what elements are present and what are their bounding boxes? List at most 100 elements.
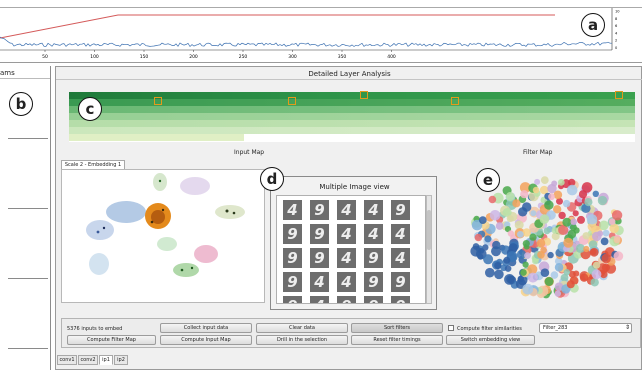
heatmap-selected-filter[interactable]: [288, 97, 296, 105]
filter-point[interactable]: [584, 198, 593, 207]
filter-point[interactable]: [537, 251, 545, 259]
digit-thumbnail[interactable]: 4: [391, 248, 410, 268]
filter-point[interactable]: [483, 254, 494, 265]
digit-thumbnail[interactable]: 4: [337, 200, 356, 220]
filter-point[interactable]: [539, 214, 550, 224]
heatmap-selected-filter[interactable]: [360, 91, 368, 99]
filter-point[interactable]: [484, 235, 492, 243]
filter-point[interactable]: [522, 261, 529, 268]
filter-point[interactable]: [532, 186, 540, 194]
filter-point[interactable]: [562, 217, 572, 227]
filter-point[interactable]: [529, 233, 537, 241]
filter-point[interactable]: [558, 211, 566, 220]
filter-point[interactable]: [540, 268, 550, 277]
heatmap-selected-filter[interactable]: [615, 91, 623, 99]
filter-point[interactable]: [599, 220, 609, 231]
filter-point[interactable]: [544, 200, 554, 210]
filter-point[interactable]: [566, 280, 575, 289]
filter-point[interactable]: [557, 179, 565, 186]
filter-point[interactable]: [579, 273, 589, 282]
filter-point[interactable]: [540, 176, 549, 184]
filter-point[interactable]: [543, 227, 551, 235]
digit-thumbnail[interactable]: 9: [364, 272, 383, 292]
filter-point[interactable]: [536, 238, 546, 248]
filter-point[interactable]: [520, 269, 527, 276]
compute-filter-map-button[interactable]: Compute Filter Map: [67, 335, 156, 345]
sort-filters-button[interactable]: Sort filters: [351, 323, 443, 333]
digit-thumbnail[interactable]: 9: [391, 200, 410, 220]
heatmap-selected-filter[interactable]: [154, 97, 162, 105]
filter-point[interactable]: [505, 192, 515, 201]
filter-point[interactable]: [600, 237, 609, 246]
digit-thumbnail[interactable]: 4: [337, 272, 356, 292]
digit-thumbnail[interactable]: 9: [391, 296, 410, 303]
filter-point[interactable]: [592, 231, 602, 242]
filter-point[interactable]: [586, 214, 598, 225]
digit-thumbnail[interactable]: 9: [283, 296, 302, 303]
digit-thumbnail[interactable]: 9: [391, 272, 410, 292]
filter-point[interactable]: [554, 263, 564, 272]
tab-layer-ip1[interactable]: ip1: [99, 355, 113, 365]
filter-point[interactable]: [609, 223, 619, 234]
digit-thumbnail[interactable]: 4: [310, 296, 329, 303]
digit-thumbnail[interactable]: 9: [310, 200, 329, 220]
filter-point[interactable]: [547, 251, 554, 259]
filter-point[interactable]: [589, 247, 599, 257]
filter-point[interactable]: [570, 218, 577, 226]
filter-point[interactable]: [504, 265, 512, 272]
digit-thumbnail[interactable]: 9: [310, 248, 329, 268]
collect-input-data-button[interactable]: Collect input data: [160, 323, 252, 333]
clear-data-button[interactable]: Clear data: [256, 323, 348, 333]
digit-thumbnail[interactable]: 9: [283, 248, 302, 268]
filter-point[interactable]: [583, 245, 590, 253]
digit-thumbnail[interactable]: 4: [337, 224, 356, 244]
digit-thumbnail[interactable]: 4: [391, 224, 410, 244]
filter-point[interactable]: [495, 222, 504, 230]
digit-thumbnail[interactable]: 9: [337, 296, 356, 303]
filter-point[interactable]: [613, 251, 624, 261]
filter-point[interactable]: [593, 261, 601, 269]
switch-embedding-view-button[interactable]: Switch embedding view: [446, 335, 535, 345]
filter-point[interactable]: [551, 180, 558, 187]
filter-select[interactable]: Filter_283 ⇕: [539, 323, 632, 333]
digit-thumbnail[interactable]: 4: [310, 272, 329, 292]
filter-point[interactable]: [566, 184, 578, 196]
filter-point[interactable]: [572, 210, 579, 217]
filter-point[interactable]: [548, 193, 555, 201]
filter-point[interactable]: [516, 231, 524, 238]
filter-point[interactable]: [592, 190, 599, 197]
filter-point[interactable]: [553, 190, 563, 200]
filter-point[interactable]: [554, 290, 561, 297]
tab-layer-conv1[interactable]: conv1: [57, 355, 77, 365]
filter-point[interactable]: [591, 269, 602, 280]
filter-point[interactable]: [492, 240, 501, 250]
filter-point[interactable]: [590, 278, 599, 287]
digit-thumbnail[interactable]: 4: [283, 200, 302, 220]
filter-point[interactable]: [608, 218, 616, 225]
heatmap-selected-filter[interactable]: [451, 97, 459, 105]
filter-point[interactable]: [474, 233, 483, 242]
reset-filter-timings-button[interactable]: Reset filter timings: [351, 335, 443, 345]
compute-filter-similarities-checkbox[interactable]: [448, 325, 454, 331]
scrollbar-thumb[interactable]: [427, 210, 431, 250]
filter-point[interactable]: [563, 269, 571, 276]
digit-thumbnail[interactable]: 9: [283, 272, 302, 292]
filter-point[interactable]: [602, 229, 610, 237]
filter-point[interactable]: [524, 252, 531, 259]
filter-point[interactable]: [567, 229, 577, 239]
input-map-view[interactable]: [61, 169, 265, 303]
tab-layer-ip2[interactable]: ip2: [114, 355, 128, 365]
filter-point[interactable]: [478, 247, 485, 254]
filter-point[interactable]: [504, 274, 515, 285]
filter-point[interactable]: [563, 237, 574, 248]
filter-point[interactable]: [577, 215, 585, 224]
digit-thumbnail[interactable]: 9: [364, 296, 383, 303]
filter-point[interactable]: [494, 262, 502, 270]
digit-thumbnail[interactable]: 9: [283, 224, 302, 244]
filter-point[interactable]: [485, 267, 495, 278]
filter-point[interactable]: [520, 190, 529, 199]
filter-point[interactable]: [527, 272, 538, 283]
filter-point[interactable]: [518, 207, 528, 217]
digit-thumbnail[interactable]: 9: [310, 224, 329, 244]
filter-point[interactable]: [478, 216, 487, 224]
